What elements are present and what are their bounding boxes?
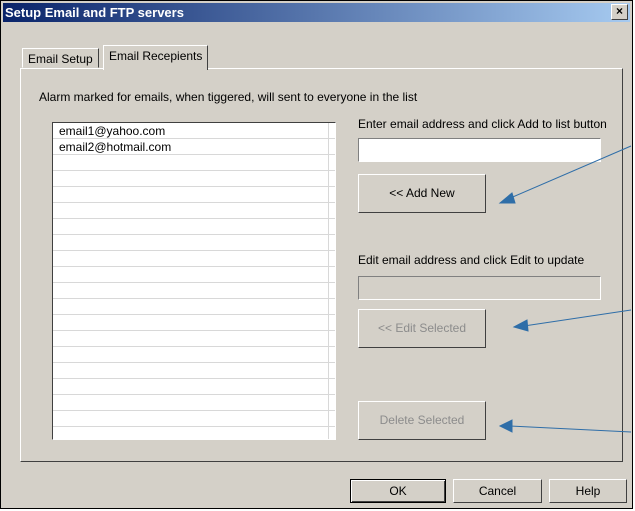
edit-email-label: Edit email address and click Edit to upd… [358, 253, 585, 267]
close-icon[interactable]: × [611, 4, 628, 20]
cancel-button[interactable]: Cancel [453, 479, 542, 503]
list-item-empty [53, 219, 335, 235]
add-email-input[interactable] [358, 138, 601, 162]
list-item-empty [53, 251, 335, 267]
list-item-empty [53, 283, 335, 299]
list-item[interactable]: email2@hotmail.com [53, 139, 335, 155]
list-item[interactable]: email1@yahoo.com [53, 123, 335, 139]
help-button[interactable]: Help [549, 479, 627, 503]
list-item-empty [53, 331, 335, 347]
list-item-empty [53, 155, 335, 171]
list-item-empty [53, 347, 335, 363]
list-item-empty [53, 411, 335, 427]
edit-email-input[interactable] [358, 276, 601, 300]
window-title: Setup Email and FTP servers [5, 5, 184, 20]
list-item-empty [53, 203, 335, 219]
add-email-label: Enter email address and click Add to lis… [358, 117, 607, 131]
edit-selected-button[interactable]: << Edit Selected [358, 309, 486, 348]
list-item-empty [53, 171, 335, 187]
dialog-window: Setup Email and FTP servers × Email Setu… [0, 0, 633, 509]
title-bar: Setup Email and FTP servers × [3, 3, 630, 22]
list-item-empty [53, 395, 335, 411]
list-item-empty [53, 379, 335, 395]
list-item-empty [53, 235, 335, 251]
tab-email-recepients[interactable]: Email Recepients [103, 45, 209, 70]
ok-button[interactable]: OK [350, 479, 446, 503]
list-item-empty [53, 187, 335, 203]
list-item-empty [53, 315, 335, 331]
tab-email-setup[interactable]: Email Setup [22, 48, 99, 68]
list-item-empty [53, 299, 335, 315]
info-text: Alarm marked for emails, when tiggered, … [39, 90, 418, 104]
delete-selected-button[interactable]: Delete Selected [358, 401, 486, 440]
list-item-empty [53, 363, 335, 379]
list-divider [328, 123, 329, 439]
add-new-button[interactable]: << Add New [358, 174, 486, 213]
recipients-list[interactable]: email1@yahoo.com email2@hotmail.com [52, 122, 336, 440]
list-item-empty [53, 267, 335, 283]
